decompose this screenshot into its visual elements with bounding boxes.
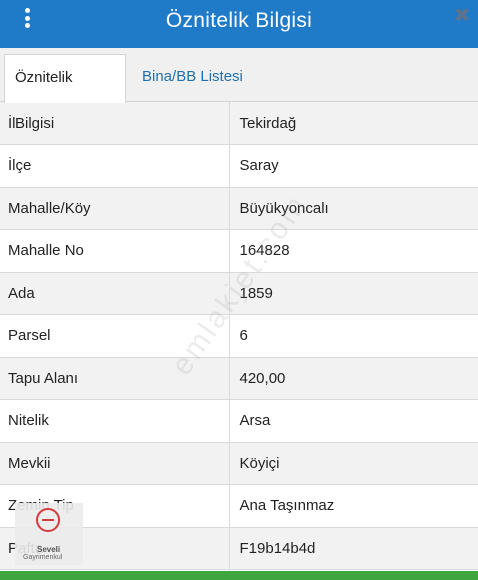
attribute-key: Ada (0, 272, 230, 315)
attribute-value: Köyiçi (229, 442, 478, 485)
attribute-value: Ana Taşınmaz (229, 484, 478, 528)
logo-mark-icon (36, 508, 60, 532)
logo-brand: Seveli (37, 545, 61, 554)
attribute-table: İl Tekirdağ İlçe Saray Mahalle/Köy Büyük… (0, 102, 478, 570)
attribute-value: 1859 (229, 272, 478, 315)
app-header: Öznitelik Bilgisi ✖ (0, 0, 478, 48)
attribute-key: Mahalle No (0, 229, 230, 273)
attribute-value: 6 (229, 314, 478, 358)
table-row: Ada 1859 (0, 272, 478, 315)
table-row: Nitelik Arsa (0, 399, 478, 443)
company-logo: Seveli Gayrimenkul (15, 503, 83, 565)
attribute-key: Mahalle/Köy (0, 187, 230, 230)
more-options-icon[interactable] (17, 8, 37, 32)
table-row: Mahalle/Köy Büyükyoncalı (0, 187, 478, 230)
attribute-value: Büyükyoncalı (229, 187, 478, 230)
tab-attribute-info[interactable]: Öznitelik Bilgisi (4, 54, 126, 132)
attribute-value: F19b14b4d (229, 527, 478, 570)
table-row: Parsel 6 (0, 314, 478, 358)
attribute-key: Parsel (0, 314, 230, 358)
attribute-value: 420,00 (229, 357, 478, 400)
attribute-value: Saray (229, 144, 478, 188)
table-row: İl Tekirdağ (0, 102, 478, 145)
attribute-key: Mevkii (0, 442, 230, 485)
close-icon[interactable]: ✖ (452, 5, 472, 27)
attribute-key: Tapu Alanı (0, 357, 230, 400)
table-row: Tapu Alanı 420,00 (0, 357, 478, 400)
attribute-key: Nitelik (0, 399, 230, 443)
tab-building-list[interactable]: Bina/BB Listesi (132, 54, 253, 102)
attribute-value: Tekirdağ (229, 102, 478, 145)
attribute-value: Arsa (229, 399, 478, 443)
table-row: İlçe Saray (0, 144, 478, 188)
tab-bar: Öznitelik Bilgisi Bina/BB Listesi (0, 48, 478, 132)
logo-subtitle: Gayrimenkul (23, 554, 63, 561)
attribute-value: 164828 (229, 229, 478, 273)
page-title: Öznitelik Bilgisi (165, 9, 313, 32)
bottom-status-bar (0, 571, 478, 580)
table-row: Mevkii Köyiçi (0, 442, 478, 485)
table-row: Mahalle No 164828 (0, 229, 478, 273)
attribute-key: İlçe (0, 144, 230, 188)
